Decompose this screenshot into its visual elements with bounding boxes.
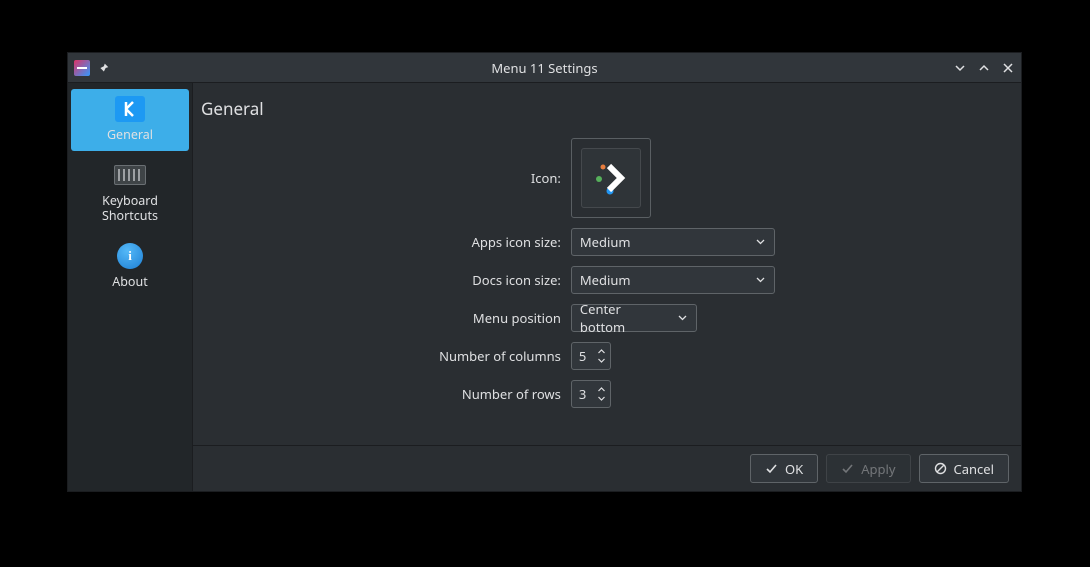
page-title: General <box>193 83 1021 130</box>
columns-label: Number of columns <box>439 347 561 365</box>
maximize-button[interactable] <box>977 61 991 75</box>
spin-value: 3 <box>579 385 586 403</box>
check-icon <box>765 462 778 475</box>
icon-label: Icon: <box>439 169 561 187</box>
menu-position-select[interactable]: Center bottom <box>571 304 697 332</box>
sidebar-item-about[interactable]: i About <box>71 236 189 298</box>
rows-spinbox[interactable]: 3 <box>571 380 611 408</box>
button-label: OK <box>785 460 803 478</box>
plasma-icon <box>581 148 641 208</box>
select-value: Medium <box>580 233 631 251</box>
info-icon: i <box>114 244 146 268</box>
chevron-down-icon[interactable] <box>597 394 606 403</box>
content-area: General Icon: Ap <box>193 83 1021 491</box>
button-label: Cancel <box>954 460 994 478</box>
icon-chooser[interactable] <box>571 138 651 218</box>
apply-button: Apply <box>826 454 910 483</box>
close-button[interactable] <box>1001 61 1015 75</box>
titlebar: Menu 11 Settings <box>68 53 1021 83</box>
button-label: Apply <box>861 460 895 478</box>
sidebar-item-label: Keyboard Shortcuts <box>102 193 158 224</box>
columns-spinbox[interactable]: 5 <box>571 342 611 370</box>
menu-position-label: Menu position <box>439 309 561 327</box>
cancel-button[interactable]: Cancel <box>919 454 1009 483</box>
pin-icon[interactable] <box>96 61 110 75</box>
settings-window: Menu 11 Settings General <box>67 52 1022 492</box>
chevron-down-icon <box>755 271 766 289</box>
chevron-down-icon[interactable] <box>597 356 606 365</box>
dialog-footer: OK Apply Cancel <box>193 445 1021 491</box>
cancel-icon <box>934 462 947 475</box>
apps-icon-size-label: Apps icon size: <box>439 233 561 251</box>
sidebar-item-label: General <box>107 127 153 143</box>
docs-icon-size-select[interactable]: Medium <box>571 266 775 294</box>
sidebar-item-general[interactable]: General <box>71 89 189 151</box>
chevron-down-icon <box>677 309 688 327</box>
chevron-up-icon[interactable] <box>597 347 606 356</box>
app-icon <box>74 60 90 76</box>
apps-icon-size-select[interactable]: Medium <box>571 228 775 256</box>
kde-icon <box>114 97 146 121</box>
spin-value: 5 <box>579 347 586 365</box>
sidebar: General Keyboard Shortcuts i About <box>68 83 193 491</box>
chevron-up-icon[interactable] <box>597 385 606 394</box>
docs-icon-size-label: Docs icon size: <box>439 271 561 289</box>
window-title: Menu 11 Settings <box>68 59 1021 77</box>
select-value: Center bottom <box>580 300 669 336</box>
rows-label: Number of rows <box>439 385 561 403</box>
sidebar-item-label: About <box>112 274 147 290</box>
select-value: Medium <box>580 271 631 289</box>
minimize-button[interactable] <box>953 61 967 75</box>
ok-button[interactable]: OK <box>750 454 818 483</box>
sidebar-item-keyboard-shortcuts[interactable]: Keyboard Shortcuts <box>71 155 189 232</box>
chevron-down-icon <box>755 233 766 251</box>
keyboard-icon <box>114 163 146 187</box>
check-icon <box>841 462 854 475</box>
